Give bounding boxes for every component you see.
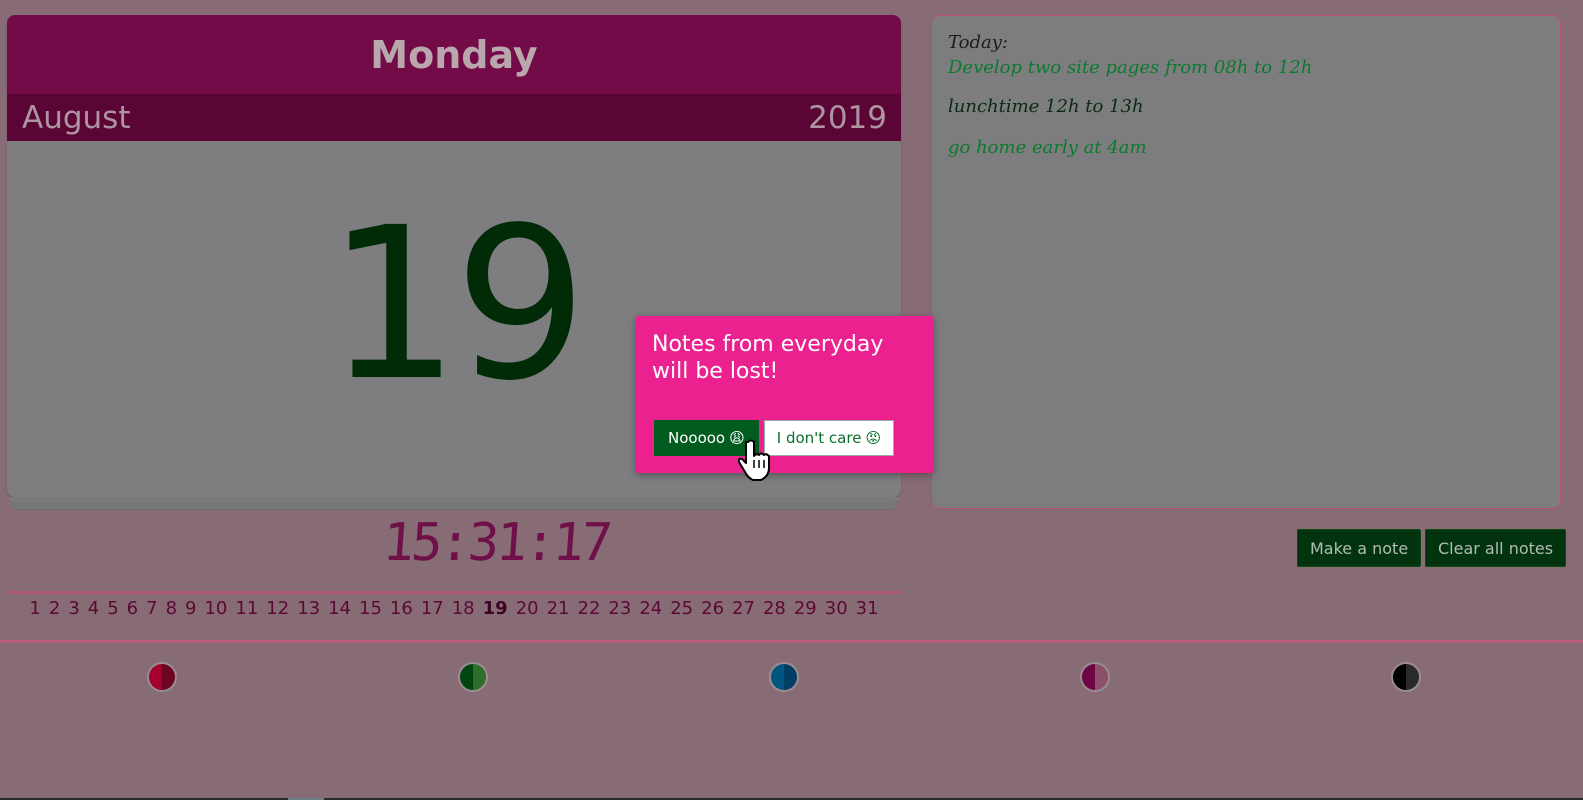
day-link[interactable]: 15 <box>359 598 382 624</box>
note-item: lunchtime 12h to 13h <box>948 96 1144 117</box>
angry-face-icon: 😡 <box>865 429 882 447</box>
theme-dot-half <box>1095 664 1108 690</box>
theme-dot-half <box>460 664 473 690</box>
day-link[interactable]: 26 <box>701 598 724 624</box>
day-link[interactable]: 20 <box>516 598 539 624</box>
day-link[interactable]: 9 <box>185 598 196 624</box>
day-link[interactable]: 27 <box>732 598 755 624</box>
day-link[interactable]: 12 <box>266 598 289 624</box>
day-link[interactable]: 8 <box>166 598 177 624</box>
theme-dot-half <box>473 664 486 690</box>
cancel-button[interactable]: I don't care 😡 <box>763 420 895 456</box>
day-link[interactable]: 6 <box>127 598 138 624</box>
day-link[interactable]: 18 <box>452 598 475 624</box>
theme-dot-half <box>784 664 797 690</box>
day-link[interactable]: 14 <box>328 598 351 624</box>
day-name: Monday <box>7 15 901 94</box>
theme-dot-blue[interactable] <box>769 662 799 692</box>
theme-dot-black[interactable] <box>1391 662 1421 692</box>
day-link[interactable]: 5 <box>107 598 118 624</box>
day-link[interactable]: 22 <box>578 598 601 624</box>
card-page-edge <box>11 503 897 510</box>
day-link[interactable]: 19 <box>483 598 508 624</box>
day-link[interactable]: 31 <box>856 598 879 624</box>
day-link[interactable]: 13 <box>297 598 320 624</box>
day-link[interactable]: 25 <box>670 598 693 624</box>
day-link[interactable]: 2 <box>49 598 60 624</box>
day-link[interactable]: 3 <box>68 598 79 624</box>
day-link[interactable]: 1 <box>29 598 40 624</box>
theme-dot-half <box>1393 664 1406 690</box>
day-link[interactable]: 21 <box>547 598 570 624</box>
theme-dot-half <box>1406 664 1419 690</box>
notes-heading: Today: <box>948 32 1008 53</box>
notes-panel[interactable]: Today: Develop two site pages from 08h t… <box>931 15 1561 509</box>
theme-dot-half <box>149 664 162 690</box>
day-link[interactable]: 30 <box>825 598 848 624</box>
confirm-label: Nooooo <box>668 429 726 447</box>
confirm-dialog: Notes from everyday will be lost! Nooooo… <box>636 316 933 473</box>
note-item: Develop two site pages from 08h to 12h <box>948 57 1313 78</box>
theme-dot-purple[interactable] <box>1080 662 1110 692</box>
day-link[interactable]: 7 <box>146 598 157 624</box>
year-label: 2019 <box>808 99 887 136</box>
theme-dot-half <box>771 664 784 690</box>
make-note-button[interactable]: Make a note <box>1297 529 1422 567</box>
day-link[interactable]: 29 <box>794 598 817 624</box>
theme-dot-green[interactable] <box>458 662 488 692</box>
clear-notes-button[interactable]: Clear all notes <box>1425 529 1567 567</box>
day-link[interactable]: 10 <box>204 598 227 624</box>
day-link[interactable]: 11 <box>235 598 258 624</box>
theme-dot-half <box>1082 664 1095 690</box>
notes-list: Develop two site pages from 08h to 12h lu… <box>948 57 1544 158</box>
day-link[interactable]: 24 <box>639 598 662 624</box>
month-label: August <box>22 99 131 136</box>
day-link[interactable]: 4 <box>88 598 99 624</box>
cancel-label: I don't care <box>776 429 862 447</box>
theme-dot-red[interactable] <box>147 662 177 692</box>
day-strip-divider <box>7 591 901 594</box>
dialog-actions: Nooooo 😩 I don't care 😡 <box>654 420 895 456</box>
hand-cursor-icon <box>738 439 770 481</box>
day-strip: 1 2 3 4 5 6 7 8 9 10 11 12 13 14 15 16 17 18 19 20 21 22 23 24 2… <box>7 598 901 624</box>
day-link[interactable]: 23 <box>608 598 631 624</box>
month-year-bar: August 2019 <box>7 94 901 141</box>
note-item: go home early at 4am <box>948 137 1147 158</box>
day-link[interactable]: 16 <box>390 598 413 624</box>
page-divider <box>0 640 1583 643</box>
theme-dot-half <box>162 664 175 690</box>
day-link[interactable]: 17 <box>421 598 444 624</box>
dialog-message: Notes from everyday will be lost! <box>652 332 884 384</box>
day-link[interactable]: 28 <box>763 598 786 624</box>
digital-clock: 15:31:17 <box>380 513 612 573</box>
